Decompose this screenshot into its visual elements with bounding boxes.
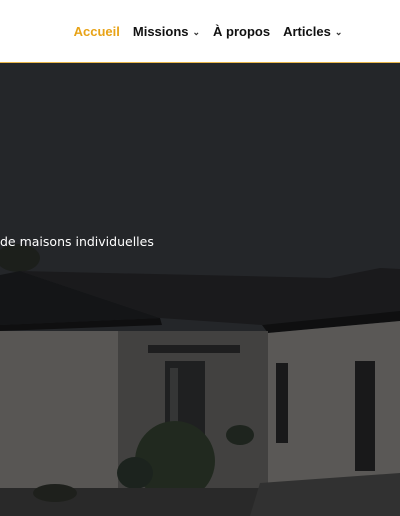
hero-house-image: [0, 63, 400, 516]
menu-item-label: Accueil: [73, 23, 120, 39]
main-menu: Accueil Missions ⌄ À propos Articles ⌄: [0, 0, 400, 62]
menu-item-accueil[interactable]: Accueil: [74, 24, 120, 39]
hero-section: de maisons individuelles: [0, 63, 400, 516]
hero-subtitle: de maisons individuelles: [0, 234, 154, 249]
menu-item-missions[interactable]: Missions ⌄: [133, 24, 200, 39]
menu-item-articles[interactable]: Articles ⌄: [283, 24, 342, 39]
menu-item-label: Missions: [132, 23, 189, 39]
chevron-down-icon: ⌄: [334, 26, 343, 37]
top-navigation-bar: Accueil Missions ⌄ À propos Articles ⌄: [0, 0, 400, 63]
chevron-down-icon: ⌄: [192, 26, 201, 37]
menu-item-a-propos[interactable]: À propos: [213, 24, 270, 39]
menu-item-label: Articles: [283, 23, 331, 39]
menu-item-label: À propos: [213, 23, 271, 39]
